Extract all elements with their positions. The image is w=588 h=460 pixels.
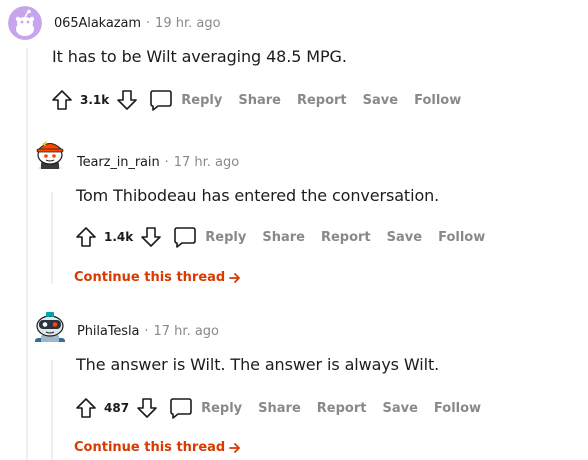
snoo-robot-avatar[interactable] [32, 308, 66, 342]
comment-bubble-icon [174, 227, 197, 248]
arrow-right-icon [229, 272, 241, 284]
report-button[interactable]: Report [297, 93, 347, 108]
save-button[interactable]: Save [387, 230, 422, 245]
default-snoo-avatar[interactable] [8, 6, 42, 40]
save-button[interactable]: Save [382, 401, 417, 416]
separator-dot: · [164, 154, 169, 170]
timestamp[interactable]: 17 hr. ago [174, 155, 240, 170]
downvote-icon[interactable] [135, 396, 159, 420]
follow-button[interactable]: Follow [414, 93, 461, 108]
reply-button[interactable]: Reply [169, 397, 242, 419]
downvote-icon[interactable] [139, 225, 163, 249]
vote-score: 1.4k [104, 230, 134, 244]
share-button[interactable]: Share [238, 93, 281, 108]
comment-meta: PhilaTesla · 17 hr. ago [77, 321, 219, 341]
reply-button[interactable]: Reply [173, 226, 246, 248]
comment-text: Tom Thibodeau has entered the conversati… [76, 186, 440, 205]
downvote-icon[interactable] [115, 88, 139, 112]
arrow-right-icon [229, 442, 241, 454]
thread-line[interactable] [51, 360, 53, 460]
timestamp[interactable]: 17 hr. ago [154, 324, 220, 339]
comment-meta: Tearz_in_rain · 17 hr. ago [77, 152, 239, 172]
timestamp[interactable]: 19 hr. ago [155, 16, 221, 31]
author-name[interactable]: PhilaTesla [77, 324, 139, 339]
comment-bubble-icon [170, 398, 192, 419]
separator-dot: · [144, 323, 149, 339]
report-button[interactable]: Report [321, 230, 371, 245]
comment-actions: 1.4k Reply Share Report Save Follow [74, 223, 485, 251]
comment-actions: 487 Reply Share Report Save Follow [74, 394, 481, 422]
reply-label: Reply [181, 92, 223, 108]
thread-line[interactable] [26, 48, 28, 460]
separator-dot: · [145, 15, 151, 31]
reply-label: Reply [201, 400, 243, 416]
author-name[interactable]: Tearz_in_rain [77, 155, 160, 170]
continue-thread-label: Continue this thread [74, 270, 226, 285]
follow-button[interactable]: Follow [438, 230, 485, 245]
continue-thread-label: Continue this thread [74, 440, 226, 455]
upvote-icon[interactable] [74, 225, 98, 249]
comment-actions: 3.1k Reply Share Report Save Follow [50, 86, 461, 114]
comment-text: It has to be Wilt averaging 48.5 MPG. [52, 47, 347, 66]
upvote-icon[interactable] [74, 396, 98, 420]
thread-line[interactable] [51, 192, 53, 284]
follow-button[interactable]: Follow [434, 401, 481, 416]
comment-bubble-icon [150, 90, 173, 111]
share-button[interactable]: Share [262, 230, 305, 245]
continue-thread-link[interactable]: Continue this thread [74, 270, 241, 285]
report-button[interactable]: Report [317, 401, 367, 416]
comment-text: The answer is Wilt. The answer is always… [76, 355, 440, 374]
reply-label: Reply [205, 229, 247, 245]
author-name[interactable]: 065Alakazam [54, 16, 141, 31]
reply-button[interactable]: Reply [149, 89, 222, 111]
continue-thread-link[interactable]: Continue this thread [74, 440, 241, 455]
upvote-icon[interactable] [50, 88, 74, 112]
snoo-with-orange-hat-avatar[interactable] [33, 135, 67, 169]
vote-score: 487 [104, 401, 130, 415]
comment-meta: 065Alakazam · 19 hr. ago [54, 13, 221, 33]
share-button[interactable]: Share [258, 401, 301, 416]
save-button[interactable]: Save [363, 93, 398, 108]
vote-score: 3.1k [80, 93, 110, 107]
